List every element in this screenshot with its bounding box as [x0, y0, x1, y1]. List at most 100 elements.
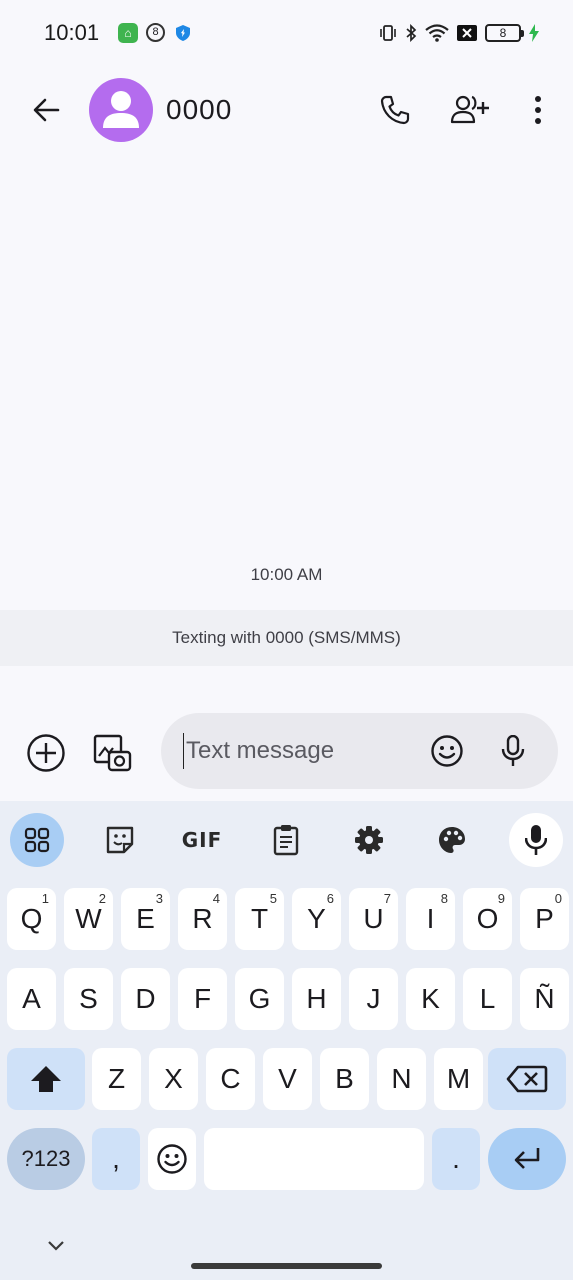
key-number-hint: 1 — [41, 891, 49, 906]
key-x[interactable]: X — [149, 1048, 198, 1110]
key-h[interactable]: H — [292, 968, 341, 1030]
key-number-hint: 5 — [269, 891, 277, 906]
theme-button[interactable] — [425, 813, 479, 867]
key-label: U — [363, 903, 384, 934]
symbols-key[interactable]: ?123 — [7, 1128, 85, 1190]
sms-mode-banner: Texting with 0000 (SMS/MMS) — [0, 610, 573, 666]
no-sim-icon — [457, 25, 477, 41]
badge-notification-icon: 8 — [146, 23, 165, 42]
gallery-camera-icon — [93, 734, 132, 772]
gallery-button[interactable] — [90, 731, 134, 775]
call-button[interactable] — [375, 90, 415, 130]
key-g[interactable]: G — [235, 968, 284, 1030]
emoji-button[interactable] — [427, 731, 467, 771]
key-label: I — [426, 903, 435, 934]
emoji-icon — [157, 1144, 187, 1174]
add-person-icon — [450, 95, 489, 124]
gif-button[interactable]: GIF — [175, 813, 229, 867]
key-r[interactable]: R4 — [178, 888, 227, 950]
key-number-hint: 9 — [497, 891, 505, 906]
status-icons-right: 8 — [379, 22, 539, 44]
key-j[interactable]: J — [349, 968, 398, 1030]
clipboard-button[interactable] — [259, 813, 313, 867]
backspace-icon — [506, 1065, 548, 1093]
key-number-hint: 6 — [326, 891, 334, 906]
key-number-hint: 0 — [554, 891, 562, 906]
key-s[interactable]: S — [64, 968, 113, 1030]
add-circle-icon — [27, 734, 65, 772]
key-label: P — [535, 903, 554, 934]
home-gesture-bar[interactable] — [191, 1263, 382, 1269]
space-key[interactable] — [204, 1128, 424, 1190]
key-e[interactable]: E3 — [121, 888, 170, 950]
comma-key[interactable]: , — [92, 1128, 140, 1190]
key-n[interactable]: N — [377, 1048, 426, 1110]
key-d[interactable]: D — [121, 968, 170, 1030]
key-c[interactable]: C — [206, 1048, 255, 1110]
key-o[interactable]: O9 — [463, 888, 512, 950]
navigation-bar — [0, 1216, 573, 1280]
palette-icon — [439, 827, 465, 853]
emoji-icon — [431, 735, 463, 767]
key-i[interactable]: I8 — [406, 888, 455, 950]
key-t[interactable]: T5 — [235, 888, 284, 950]
enter-key[interactable] — [488, 1128, 566, 1190]
key-label: T — [250, 903, 269, 934]
status-bar: 10:01 ⌂ 8 8 — [0, 0, 573, 66]
key-b[interactable]: B — [320, 1048, 369, 1110]
grid-icon — [24, 827, 50, 853]
gear-icon — [355, 826, 383, 854]
keyboard-apps-button[interactable] — [10, 813, 64, 867]
voice-message-button[interactable] — [493, 731, 533, 771]
key-z[interactable]: Z — [92, 1048, 141, 1110]
voice-typing-button[interactable] — [509, 813, 563, 867]
key-m[interactable]: M — [434, 1048, 483, 1110]
key-u[interactable]: U7 — [349, 888, 398, 950]
more-options-button[interactable] — [518, 90, 558, 130]
key-q[interactable]: Q1 — [7, 888, 56, 950]
shield-notification-icon — [176, 25, 190, 41]
clipboard-icon — [273, 825, 299, 856]
mic-icon — [525, 825, 547, 855]
enter-icon — [514, 1148, 540, 1169]
add-contact-button[interactable] — [450, 90, 490, 130]
key-ñ[interactable]: Ñ — [520, 968, 569, 1030]
key-f[interactable]: F — [178, 968, 227, 1030]
charging-icon — [529, 24, 539, 42]
keyboard-settings-button[interactable] — [342, 813, 396, 867]
chevron-down-icon — [48, 1241, 64, 1251]
contact-avatar[interactable] — [89, 78, 153, 142]
key-l[interactable]: L — [463, 968, 512, 1030]
bluetooth-icon — [406, 24, 417, 42]
attach-button[interactable] — [24, 731, 68, 775]
key-a[interactable]: A — [7, 968, 56, 1030]
message-input[interactable] — [183, 733, 413, 769]
key-v[interactable]: V — [263, 1048, 312, 1110]
app-notification-icon: ⌂ — [118, 23, 138, 43]
backspace-key[interactable] — [488, 1048, 566, 1110]
battery-icon: 8 — [485, 24, 524, 42]
key-label: O — [476, 903, 499, 934]
sticker-icon — [106, 826, 134, 854]
arrow-back-icon — [33, 98, 60, 122]
vibrate-icon — [380, 25, 396, 41]
key-label: E — [136, 903, 155, 934]
status-time: 10:01 — [44, 20, 100, 45]
key-k[interactable]: K — [406, 968, 455, 1030]
shift-key[interactable] — [7, 1048, 85, 1110]
message-timestamp: 10:00 AM — [250, 565, 323, 584]
emoji-key[interactable] — [148, 1128, 196, 1190]
back-button[interactable] — [26, 90, 66, 130]
key-p[interactable]: P0 — [520, 888, 569, 950]
key-w[interactable]: W2 — [64, 888, 113, 950]
contact-name[interactable]: 0000 — [166, 94, 232, 126]
wifi-icon — [425, 24, 449, 42]
mic-icon — [501, 735, 525, 766]
compose-bar — [161, 713, 558, 789]
period-key[interactable]: . — [432, 1128, 480, 1190]
hide-keyboard-button[interactable] — [40, 1230, 72, 1262]
keyboard-toolbar: GIF — [0, 801, 573, 877]
sticker-button[interactable] — [93, 813, 147, 867]
key-label: Y — [307, 903, 326, 934]
key-y[interactable]: Y6 — [292, 888, 341, 950]
